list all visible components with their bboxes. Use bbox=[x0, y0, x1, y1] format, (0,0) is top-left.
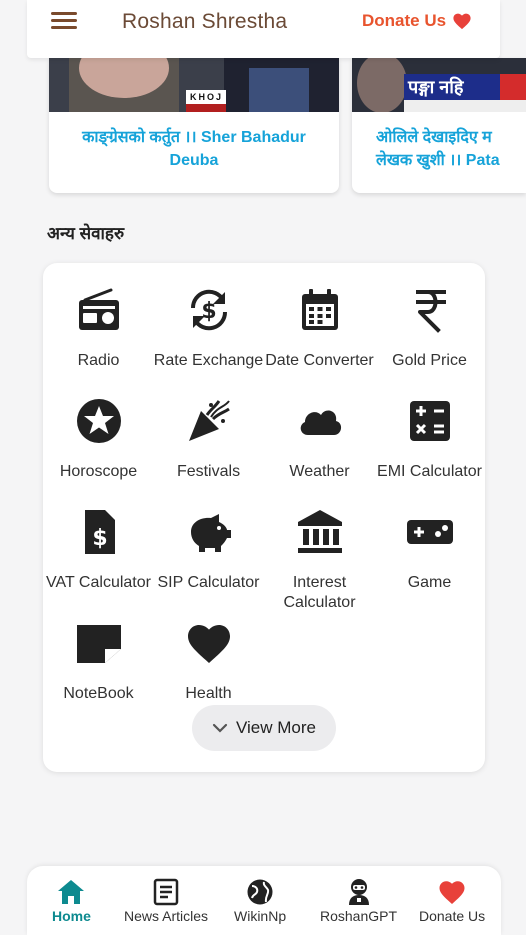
service-label: Radio bbox=[77, 352, 120, 369]
view-more-label: View More bbox=[236, 718, 316, 737]
service-emi-calculator[interactable]: EMI Calculator bbox=[374, 394, 485, 482]
service-interest-calculator[interactable]: Interest Calculator bbox=[264, 505, 375, 613]
service-label: EMI Calculator bbox=[377, 463, 482, 480]
heart-icon bbox=[187, 625, 230, 663]
service-label: Game bbox=[407, 574, 452, 591]
thumb-badge: KHOJ bbox=[190, 92, 224, 102]
service-horoscope[interactable]: Horoscope bbox=[43, 394, 154, 482]
service-label: Gold Price bbox=[392, 352, 467, 369]
robot-icon bbox=[348, 879, 369, 905]
service-festivals[interactable]: Festivals bbox=[153, 394, 264, 482]
nav-donate-us[interactable]: Donate Us bbox=[419, 878, 485, 924]
nav-wikinnp[interactable]: WikinNp bbox=[234, 878, 286, 924]
service-vat-calculator[interactable]: $ VAT Calculator bbox=[43, 505, 154, 593]
donate-button[interactable]: Donate Us bbox=[362, 11, 472, 31]
news-thumbnail: KHOJ bbox=[49, 58, 339, 112]
donate-label: Donate Us bbox=[362, 11, 447, 30]
service-label: Health bbox=[185, 685, 232, 702]
radio-icon bbox=[78, 288, 119, 330]
bottom-navigation: Home News Articles WikinNp RoshanGPT Don… bbox=[27, 866, 501, 935]
service-health[interactable]: Health bbox=[153, 616, 264, 704]
note-icon bbox=[76, 625, 121, 663]
news-thumbnail: पङ्गा नहि bbox=[352, 58, 526, 112]
nav-label: Home bbox=[52, 908, 91, 924]
dollar-document-icon: $ bbox=[84, 510, 115, 554]
service-label: Interest Calculator bbox=[283, 574, 356, 611]
nav-roshangpt[interactable]: RoshanGPT bbox=[320, 878, 397, 924]
service-radio[interactable]: Radio bbox=[43, 283, 154, 371]
heart-icon bbox=[453, 13, 471, 30]
star-icon bbox=[76, 399, 121, 443]
globe-icon bbox=[247, 879, 273, 905]
news-card[interactable]: पङ्गा नहि ओलिले देखाइदिए म लेखक खुशी ।। … bbox=[352, 58, 526, 193]
piggy-bank-icon bbox=[190, 514, 231, 552]
service-label: VAT Calculator bbox=[46, 574, 151, 591]
news-caption: काङ्ग्रेसको कर्तुत ।। Sher Bahadur Deuba bbox=[82, 129, 306, 169]
service-weather[interactable]: Weather bbox=[264, 394, 375, 482]
nav-label: News Articles bbox=[124, 908, 209, 924]
app-header: Roshan Shrestha Donate Us bbox=[27, 0, 500, 58]
cloud-icon bbox=[300, 410, 341, 435]
news-card[interactable]: KHOJ काङ्ग्रेसको कर्तुत ।। Sher Bahadur … bbox=[49, 58, 339, 193]
calculator-icon bbox=[409, 401, 450, 441]
nav-home[interactable]: Home bbox=[52, 878, 91, 924]
service-rate-exchange[interactable]: $ Rate Exchange bbox=[153, 283, 264, 371]
service-gold-price[interactable]: Gold Price bbox=[374, 283, 485, 371]
services-panel: Radio $ Rate Exchange Date Converter Gol… bbox=[43, 263, 485, 772]
service-label: SIP Calculator bbox=[157, 574, 260, 591]
rupee-icon bbox=[415, 290, 446, 333]
section-title: अन्य सेवाहरु bbox=[47, 224, 125, 243]
chevron-down-icon bbox=[212, 723, 228, 733]
service-label: Festivals bbox=[176, 463, 241, 480]
news-caption: ओलिले देखाइदिए म लेखक खुशी ।। Pata bbox=[376, 129, 500, 169]
service-game[interactable]: Game bbox=[374, 505, 485, 593]
article-icon bbox=[153, 878, 179, 906]
service-label: Date Converter bbox=[265, 352, 374, 369]
nav-label: Donate Us bbox=[419, 908, 486, 924]
gamepad-icon bbox=[406, 520, 453, 544]
service-notebook[interactable]: NoteBook bbox=[43, 616, 154, 704]
heart-icon bbox=[439, 881, 465, 904]
home-icon bbox=[58, 880, 85, 904]
service-label: Weather bbox=[289, 463, 350, 480]
svg-text:$: $ bbox=[201, 299, 216, 324]
calendar-icon bbox=[301, 289, 338, 330]
bank-icon bbox=[297, 510, 342, 553]
service-label: NoteBook bbox=[63, 685, 134, 702]
app-title: Roshan Shrestha bbox=[122, 10, 288, 33]
hamburger-menu-icon[interactable] bbox=[51, 12, 77, 32]
nav-news-articles[interactable]: News Articles bbox=[124, 878, 208, 924]
thumb-badge: पङ्गा नहि bbox=[408, 77, 464, 97]
view-more-button[interactable]: View More bbox=[192, 705, 336, 751]
nav-label: RoshanGPT bbox=[320, 908, 398, 924]
svg-text:$: $ bbox=[92, 526, 107, 551]
service-date-converter[interactable]: Date Converter bbox=[264, 283, 375, 371]
service-label: Rate Exchange bbox=[153, 352, 264, 369]
party-popper-icon bbox=[188, 400, 230, 441]
service-sip-calculator[interactable]: SIP Calculator bbox=[153, 505, 264, 593]
currency-exchange-icon: $ bbox=[190, 289, 227, 331]
service-label: Horoscope bbox=[59, 463, 138, 480]
nav-label: WikinNp bbox=[234, 908, 287, 924]
